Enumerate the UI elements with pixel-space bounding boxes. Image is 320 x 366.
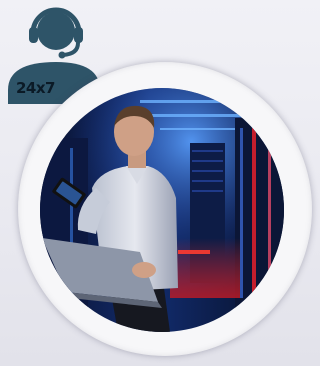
badge-label: 24x7 — [16, 79, 56, 97]
datacenter-engineer-photo — [40, 88, 284, 332]
